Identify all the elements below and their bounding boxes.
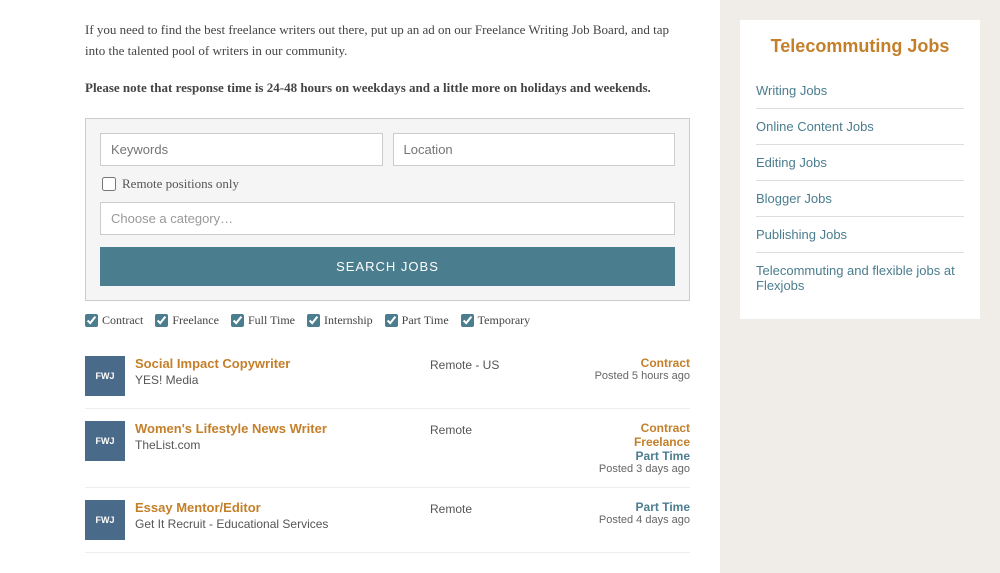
filter-label: Full Time [248, 313, 295, 328]
filter-checkbox[interactable] [231, 314, 244, 327]
job-item: FWJ Essay Mentor/Editor Get It Recruit - E… [85, 488, 690, 553]
search-button[interactable]: SEARCH JOBS [100, 247, 675, 286]
job-posted: Posted 3 days ago [560, 463, 690, 475]
job-company: TheList.com [135, 438, 420, 452]
job-meta: ContractFreelancePart TimePosted 3 days … [560, 421, 690, 475]
job-item: FWJ Women's Lifestyle News Writer TheList.… [85, 409, 690, 488]
job-type: Part Time [560, 449, 690, 463]
job-location: Remote [430, 500, 550, 516]
job-list: FWJ Social Impact Copywriter YES! Media Rem… [85, 344, 690, 553]
sidebar-title: Telecommuting Jobs [756, 36, 964, 57]
filter-checkbox[interactable] [85, 314, 98, 327]
filter-row: Contract Freelance Full Time Internship Part… [85, 313, 690, 328]
job-type: Contract [560, 356, 690, 370]
job-location: Remote [430, 421, 550, 437]
filter-item[interactable]: Temporary [461, 313, 530, 328]
filter-item[interactable]: Internship [307, 313, 373, 328]
job-logo: FWJ [85, 421, 125, 461]
sidebar-link[interactable]: Editing Jobs [756, 145, 964, 181]
filter-item[interactable]: Freelance [155, 313, 219, 328]
keywords-input[interactable] [100, 133, 383, 166]
job-type: Part Time [560, 500, 690, 514]
sidebar-link[interactable]: Telecommuting and flexible jobs at Flexj… [756, 253, 964, 303]
job-posted: Posted 5 hours ago [560, 370, 690, 382]
job-location: Remote - US [430, 356, 550, 372]
filter-label: Freelance [172, 313, 219, 328]
notice-paragraph: Please note that response time is 24-48 … [85, 78, 690, 99]
filter-item[interactable]: Full Time [231, 313, 295, 328]
filter-checkbox[interactable] [461, 314, 474, 327]
remote-checkbox[interactable] [102, 177, 116, 191]
search-form: Remote positions only Choose a category…… [85, 118, 690, 301]
job-title[interactable]: Essay Mentor/Editor [135, 500, 261, 515]
job-title[interactable]: Social Impact Copywriter [135, 356, 290, 371]
sidebar: Telecommuting Jobs Writing JobsOnline Co… [720, 0, 1000, 573]
intro-paragraph: If you need to find the best freelance w… [85, 20, 690, 62]
filter-checkbox[interactable] [155, 314, 168, 327]
sidebar-link[interactable]: Online Content Jobs [756, 109, 964, 145]
job-item: FWJ Social Impact Copywriter YES! Media Rem… [85, 344, 690, 409]
filter-checkbox[interactable] [307, 314, 320, 327]
job-logo: FWJ [85, 500, 125, 540]
filter-label: Contract [102, 313, 143, 328]
job-info: Social Impact Copywriter YES! Media [135, 356, 420, 387]
job-type: Freelance [560, 435, 690, 449]
category-select[interactable]: Choose a category… [100, 202, 675, 235]
job-title[interactable]: Women's Lifestyle News Writer [135, 421, 327, 436]
job-info: Women's Lifestyle News Writer TheList.com [135, 421, 420, 452]
job-company: Get It Recruit - Educational Services [135, 517, 420, 531]
sidebar-link[interactable]: Writing Jobs [756, 73, 964, 109]
filter-item[interactable]: Part Time [385, 313, 449, 328]
filter-label: Internship [324, 313, 373, 328]
job-type: Contract [560, 421, 690, 435]
job-logo: FWJ [85, 356, 125, 396]
sidebar-link[interactable]: Publishing Jobs [756, 217, 964, 253]
filter-label: Part Time [402, 313, 449, 328]
remote-label: Remote positions only [122, 176, 239, 192]
job-posted: Posted 4 days ago [560, 514, 690, 526]
filter-label: Temporary [478, 313, 530, 328]
location-input[interactable] [393, 133, 676, 166]
sidebar-link[interactable]: Blogger Jobs [756, 181, 964, 217]
job-info: Essay Mentor/Editor Get It Recruit - Educ… [135, 500, 420, 531]
filter-checkbox[interactable] [385, 314, 398, 327]
job-meta: Part TimePosted 4 days ago [560, 500, 690, 526]
filter-item[interactable]: Contract [85, 313, 143, 328]
job-meta: ContractPosted 5 hours ago [560, 356, 690, 382]
job-company: YES! Media [135, 373, 420, 387]
